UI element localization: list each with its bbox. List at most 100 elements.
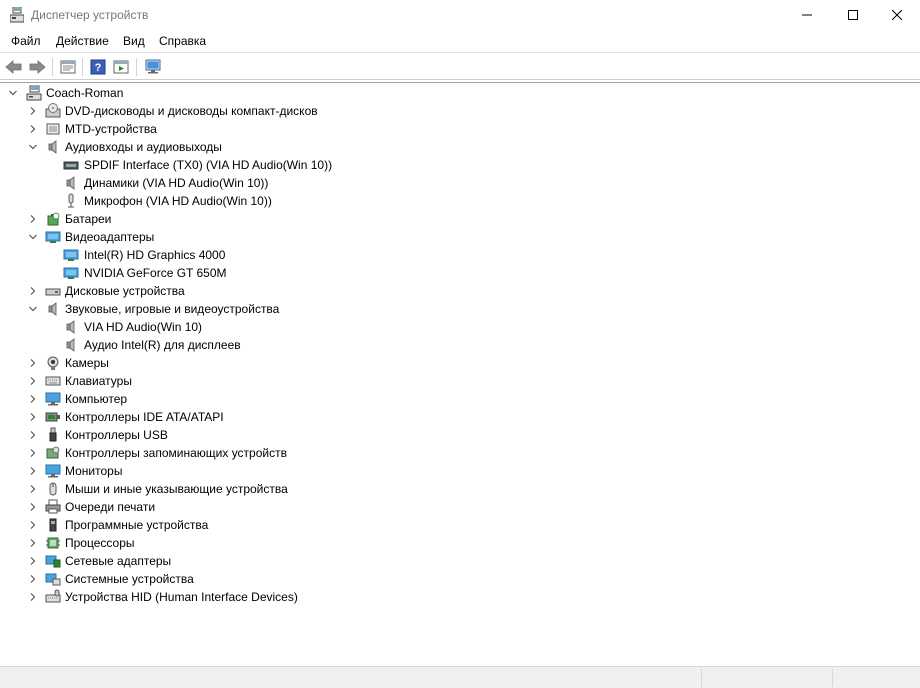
tree-category[interactable]: Контроллеры USB [0,426,600,444]
tree-device[interactable]: Динамики (VIA HD Audio(Win 10)) [0,174,600,192]
tree-category[interactable]: Камеры [0,354,600,372]
chevron-right-icon[interactable] [28,412,38,422]
chevron-down-icon[interactable] [28,232,38,242]
scan-hardware-button[interactable] [142,56,164,78]
chevron-down-icon[interactable] [8,88,18,98]
chevron-right-icon[interactable] [28,574,38,584]
chevron-right-icon[interactable] [28,538,38,548]
hid-icon [45,589,61,603]
keyboard-icon [45,376,61,386]
update-driver-button[interactable] [110,56,132,78]
chevron-right-icon[interactable] [28,592,38,602]
tree-category[interactable]: Видеоадаптеры [0,228,600,246]
tree-category[interactable]: Звуковые, игровые и видеоустройства [0,300,600,318]
chevron-right-icon[interactable] [28,484,38,494]
help-button[interactable]: ? [87,56,109,78]
tree-item-label: Динамики (VIA HD Audio(Win 10)) [84,176,269,190]
tree-category[interactable]: Устройства HID (Human Interface Devices) [0,588,600,606]
tree-category[interactable]: Контроллеры запоминающих устройств [0,444,600,462]
chevron-right-icon[interactable] [28,556,38,566]
chevron-right-icon[interactable] [28,394,38,404]
processor-icon [46,537,60,549]
tree-item-label: Клавиатуры [65,374,132,388]
tree-item-label: Аудиовходы и аудиовыходы [65,140,222,154]
properties-icon [60,60,76,74]
tree-category[interactable]: Контроллеры IDE ATA/ATAPI [0,408,600,426]
tree-device[interactable]: NVIDIA GeForce GT 650M [0,264,600,282]
status-bar-pane [701,669,832,687]
chevron-right-icon[interactable] [28,124,38,134]
close-button[interactable] [874,0,920,30]
microphone-icon [68,193,74,208]
chevron-right-icon[interactable] [28,466,38,476]
menu-file[interactable]: Файл [11,34,41,48]
tree-device[interactable]: Микрофон (VIA HD Audio(Win 10)) [0,192,600,210]
tree-category[interactable]: Компьютер [0,390,600,408]
scan-hardware-icon [145,59,161,74]
tree-device[interactable]: Intel(R) HD Graphics 4000 [0,246,600,264]
tree-item-label: Системные устройства [65,572,194,586]
tree-category[interactable]: Клавиатуры [0,372,600,390]
network-adapter-icon [45,555,61,568]
forward-arrow-icon [29,60,46,74]
chevron-right-icon[interactable] [28,376,38,386]
chevron-right-icon[interactable] [28,358,38,368]
back-button[interactable] [3,56,25,78]
chevron-down-icon[interactable] [28,304,38,314]
maximize-button[interactable] [830,0,876,30]
dvd-drive-icon [45,103,61,118]
tree-category[interactable]: Батареи [0,210,600,228]
tree-item-label: Батареи [65,212,112,226]
forward-button[interactable] [26,56,48,78]
tree-item-label: Аудио Intel(R) для дисплеев [84,338,241,352]
status-bar [0,666,920,688]
disk-drive-icon [45,288,61,296]
chevron-right-icon[interactable] [28,106,38,116]
menu-help[interactable]: Справка [159,34,206,48]
chevron-right-icon[interactable] [28,214,38,224]
menu-view[interactable]: Вид [123,34,145,48]
menu-action[interactable]: Действие [56,34,109,48]
tree-item-label: Мыши и иные указывающие устройства [65,482,288,496]
tree-category[interactable]: Программные устройства [0,516,600,534]
monitor-icon [45,464,61,478]
chevron-right-icon[interactable] [28,502,38,512]
chevron-right-icon[interactable] [28,430,38,440]
tree-device[interactable]: Аудио Intel(R) для дисплеев [0,336,600,354]
tree-category[interactable]: DVD-дисководы и дисководы компакт-дисков [0,102,600,120]
title-bar: Диспетчер устройств [0,0,920,30]
tree-item-label: Дисковые устройства [65,284,185,298]
chevron-right-icon[interactable] [28,448,38,458]
chevron-right-icon[interactable] [28,286,38,296]
tree-category[interactable]: Системные устройства [0,570,600,588]
display-adapter-icon [63,249,79,261]
update-driver-icon [113,60,129,74]
tree-root[interactable]: Coach-Roman [0,84,600,102]
tree-category[interactable]: Аудиовходы и аудиовыходы [0,138,600,156]
tree-category[interactable]: Процессоры [0,534,600,552]
tree-category[interactable]: Сетевые адаптеры [0,552,600,570]
tree-device[interactable]: VIA HD Audio(Win 10) [0,318,600,336]
camera-icon [47,356,59,370]
device-manager-app-icon [10,7,24,23]
tree-category[interactable]: MTD-устройства [0,120,600,138]
tree-item-label: Устройства HID (Human Interface Devices) [65,590,298,604]
tree-item-label: Контроллеры запоминающих устройств [65,446,287,460]
tree-device[interactable]: SPDIF Interface (TX0) (VIA HD Audio(Win … [0,156,600,174]
tree-category[interactable]: Очереди печати [0,498,600,516]
tree-category[interactable]: Мониторы [0,462,600,480]
help-icon: ? [90,59,106,75]
tree-category[interactable]: Мыши и иные указывающие устройства [0,480,600,498]
storage-controller-icon [46,446,60,459]
status-bar-pane [832,669,920,687]
tree-category[interactable]: Дисковые устройства [0,282,600,300]
device-tree[interactable]: Coach-Roman DVD-дисководы и дисководы ко… [0,82,920,666]
chevron-down-icon[interactable] [28,142,38,152]
maximize-icon [848,10,858,20]
back-arrow-icon [5,60,22,74]
system-device-icon [45,573,61,586]
minimize-button[interactable] [784,0,830,30]
tree-item-label: Микрофон (VIA HD Audio(Win 10)) [84,194,272,208]
properties-button[interactable] [57,56,79,78]
chevron-right-icon[interactable] [28,520,38,530]
